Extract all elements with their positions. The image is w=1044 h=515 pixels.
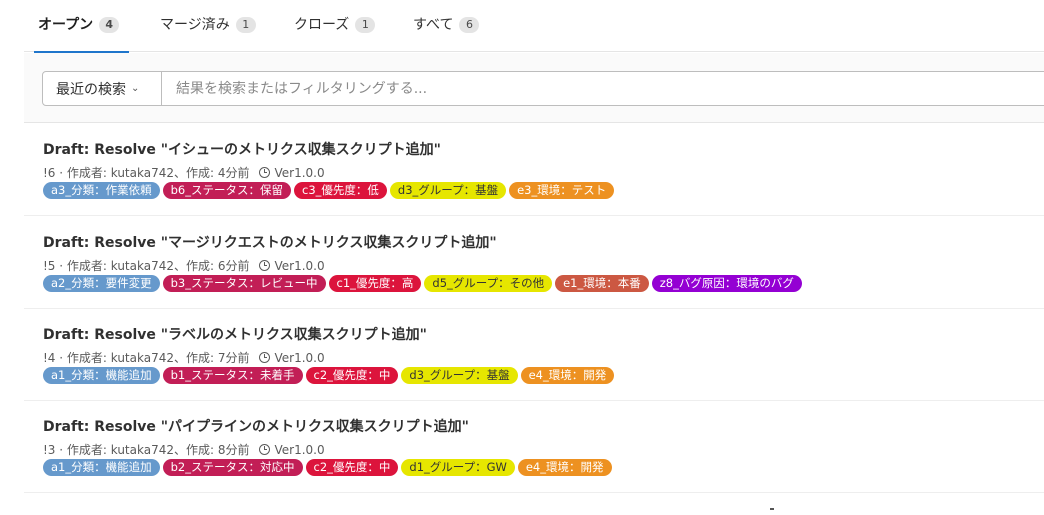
milestone-link[interactable]: Ver1.0.0 [274, 351, 324, 365]
filter-bar: 最近の検索 ⌄ [24, 53, 1044, 123]
merge-request-title-link[interactable]: Draft: Resolve "ラベルのメトリクス収集スクリプト追加" [43, 324, 427, 344]
merge-request-meta-text: !4 · 作成者: kutaka742、作成: 7分前 [43, 351, 250, 365]
label-list: a1_分類：機能追加 b1_ステータス：未着手 c2_優先度：中 d3_グループ：基盤… [43, 367, 615, 384]
label-list: a3_分類：作業依頼 b6_ステータス：保留 c3_優先度：低 d3_グループ：基盤 e… [43, 182, 615, 199]
label-badge[interactable]: e4_環境：開発 [517, 459, 612, 476]
merge-request-row: Draft: Resolve "マージリクエストのメトリクス収集スクリプト追加"… [24, 217, 1044, 309]
tab-label: クローズ [294, 17, 350, 33]
label-badge[interactable]: c1_優先度：高 [328, 275, 422, 292]
state-tabs: オープン 4 マージ済み 1 クローズ 1 すべて 6 [24, 0, 1044, 53]
merge-request-meta: !3 · 作成者: kutaka742、作成: 8分前 Ver1.0.0 [43, 441, 325, 458]
tab-count-badge: 4 [99, 17, 120, 33]
merge-request-title-link[interactable]: Draft: Resolve "マージリクエストのメトリクス収集スクリプト追加" [43, 232, 497, 252]
divider [770, 508, 774, 510]
label-badge[interactable]: b1_ステータス：未着手 [162, 367, 303, 384]
label-badge[interactable]: d3_グループ：基盤 [401, 367, 518, 384]
merge-request-meta-text: !6 · 作成者: kutaka742、作成: 4分前 [43, 166, 250, 180]
search-input[interactable] [161, 71, 1044, 106]
merge-request-meta: !4 · 作成者: kutaka742、作成: 7分前 Ver1.0.0 [43, 349, 325, 366]
label-list: a2_分類：要件変更 b3_ステータス：レビュー中 c1_優先度：高 d5_グループ：… [43, 275, 802, 292]
merge-request-meta-text: !5 · 作成者: kutaka742、作成: 6分前 [43, 259, 250, 273]
label-badge[interactable]: b6_ステータス：保留 [162, 182, 291, 199]
milestone-link[interactable]: Ver1.0.0 [274, 166, 324, 180]
label-badge[interactable]: a1_分類：機能追加 [43, 459, 160, 476]
tab-label: オープン [38, 17, 94, 33]
merge-request-title-link[interactable]: Draft: Resolve "パイプラインのメトリクス収集スクリプト追加" [43, 416, 469, 436]
merge-request-meta: !6 · 作成者: kutaka742、作成: 4分前 Ver1.0.0 [43, 164, 325, 181]
merge-request-meta: !5 · 作成者: kutaka742、作成: 6分前 Ver1.0.0 [43, 257, 325, 274]
milestone-link[interactable]: Ver1.0.0 [274, 259, 324, 273]
tab-count-badge: 6 [459, 17, 480, 33]
label-badge[interactable]: a3_分類：作業依頼 [43, 182, 160, 199]
label-badge[interactable]: e3_環境：テスト [509, 182, 615, 199]
recent-searches-label: 最近の検索 [56, 81, 126, 98]
milestone-link[interactable]: Ver1.0.0 [274, 443, 324, 457]
merge-request-row: Draft: Resolve "ラベルのメトリクス収集スクリプト追加" !4 · … [24, 309, 1044, 401]
label-badge[interactable]: a2_分類：要件変更 [43, 275, 160, 292]
tab-label: マージ済み [160, 17, 230, 33]
label-badge[interactable]: c3_優先度：低 [294, 182, 387, 199]
tab-count-badge: 1 [235, 17, 256, 33]
recent-searches-dropdown[interactable]: 最近の検索 ⌄ [42, 71, 162, 106]
label-list: a1_分類：機能追加 b2_ステータス：対応中 c2_優先度：中 d1_グループ：GW… [43, 459, 612, 476]
label-badge[interactable]: a1_分類：機能追加 [43, 367, 160, 384]
tab-open[interactable]: オープン 4 [33, 14, 130, 53]
merge-request-title-link[interactable]: Draft: Resolve "イシューのメトリクス収集スクリプト追加" [43, 139, 441, 159]
label-badge[interactable]: e4_環境：開発 [520, 367, 615, 384]
label-badge[interactable]: b3_ステータス：レビュー中 [162, 275, 326, 292]
merge-request-row: Draft: Resolve "イシューのメトリクス収集スクリプト追加" !6 ·… [24, 124, 1044, 216]
clock-icon [259, 167, 271, 178]
merge-request-row: Draft: Resolve "パイプラインのメトリクス収集スクリプト追加" !3… [24, 401, 1044, 493]
label-badge[interactable]: e1_環境：本番 [555, 275, 649, 292]
label-badge[interactable]: b2_ステータス：対応中 [162, 459, 303, 476]
label-badge[interactable]: d3_グループ：基盤 [389, 182, 507, 199]
clock-icon [259, 352, 271, 363]
merge-request-meta-text: !3 · 作成者: kutaka742、作成: 8分前 [43, 443, 250, 457]
tab-all[interactable]: すべて 6 [413, 14, 480, 52]
label-badge[interactable]: c2_優先度：中 [305, 367, 399, 384]
clock-icon [259, 444, 271, 455]
label-badge[interactable]: d1_グループ：GW [401, 459, 515, 476]
tab-closed[interactable]: クローズ 1 [294, 14, 376, 52]
clock-icon [259, 260, 271, 271]
tab-label: すべて [413, 17, 454, 33]
tab-merged[interactable]: マージ済み 1 [160, 14, 256, 52]
label-badge[interactable]: c2_優先度：中 [305, 459, 399, 476]
tab-count-badge: 1 [355, 17, 376, 33]
chevron-down-icon: ⌄ [131, 83, 140, 94]
label-badge[interactable]: d5_グループ：その他 [424, 275, 553, 292]
label-badge[interactable]: z8_バグ原因：環境のバグ [651, 275, 802, 292]
